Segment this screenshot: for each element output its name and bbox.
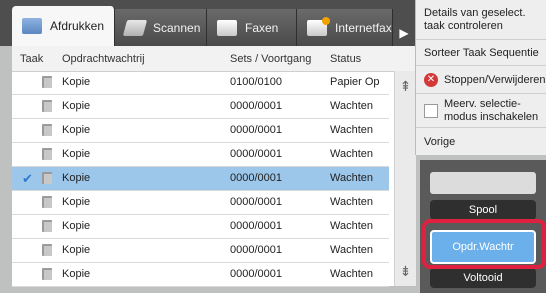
document-icon xyxy=(42,172,52,184)
play-arrow-icon: ▶ xyxy=(399,26,409,40)
document-icon xyxy=(42,244,52,256)
menu-details[interactable]: Details van geselect. taak controleren xyxy=(416,0,546,40)
spool-label: Spool xyxy=(468,204,498,216)
completed-button[interactable]: Voltooid xyxy=(430,268,536,288)
header-queue: Opdrachtwachtrij xyxy=(62,53,145,65)
document-icon xyxy=(42,220,52,232)
header-sets: Sets / Voortgang xyxy=(230,53,312,65)
scrollbar[interactable]: ⇞ ⇟ xyxy=(394,71,416,286)
job-status: Wachten xyxy=(330,124,374,136)
job-name: Kopie xyxy=(62,244,91,256)
printer-icon xyxy=(22,18,42,34)
menu-back[interactable]: Vorige xyxy=(416,128,546,155)
job-name: Kopie xyxy=(62,124,91,136)
document-icon xyxy=(42,196,52,208)
table-row[interactable]: Kopie 0000/0001 Wachten xyxy=(12,263,389,287)
tab-faxen[interactable]: Faxen xyxy=(207,9,297,46)
table-row-selected[interactable]: ✔ Kopie 0000/0001 Wachten xyxy=(12,167,389,191)
job-status: Papier Op xyxy=(330,76,380,88)
job-status: Wachten xyxy=(330,244,374,256)
tab-label: Afdrukken xyxy=(50,19,105,33)
job-sets: 0000/0001 xyxy=(230,244,282,256)
job-status: Wachten xyxy=(330,196,374,208)
menu-stop[interactable]: ✕ Stoppen/Verwijderen xyxy=(416,66,546,94)
table-row[interactable]: Kopie 0000/0001 Wachten xyxy=(12,239,389,263)
job-sets: 0000/0001 xyxy=(230,172,282,184)
scroll-up-icon: ⇞ xyxy=(399,77,412,94)
job-status-screen: Afdrukken Scannen Faxen Internetfax ▶ Ta… xyxy=(0,0,546,293)
tab-bar: Afdrukken Scannen Faxen Internetfax ▶ xyxy=(0,0,415,46)
tab-scannen[interactable]: Scannen xyxy=(115,9,207,46)
menu-sort-label: Sorteer Taak Sequentie xyxy=(424,46,539,59)
job-name: Kopie xyxy=(62,148,91,160)
job-name: Kopie xyxy=(62,268,91,280)
scanner-icon xyxy=(122,19,148,36)
job-status: Wachten xyxy=(330,148,374,160)
job-sets: 0000/0001 xyxy=(230,148,282,160)
menu-stop-label: Stoppen/Verwijderen xyxy=(444,73,546,86)
document-icon xyxy=(42,124,52,136)
job-name: Kopie xyxy=(62,196,91,208)
expand-menu-button[interactable]: ▶ xyxy=(393,22,415,44)
scroll-down-button[interactable]: ⇟ xyxy=(395,256,416,286)
tab-label: Faxen xyxy=(245,20,279,35)
highlight-outline xyxy=(422,219,546,269)
internet-fax-icon xyxy=(307,16,330,36)
document-icon xyxy=(42,76,52,88)
document-icon xyxy=(42,268,52,280)
tab-label: Scannen xyxy=(153,20,201,35)
job-name: Kopie xyxy=(62,76,91,88)
job-status: Wachten xyxy=(330,220,374,232)
job-sets: 0000/0001 xyxy=(230,100,282,112)
table-row[interactable]: Kopie 0000/0001 Wachten xyxy=(12,191,389,215)
checkmark-icon: ✔ xyxy=(22,171,33,186)
job-status: Wachten xyxy=(330,172,374,184)
table-row[interactable]: Kopie 0000/0001 Wachten xyxy=(12,95,389,119)
fax-icon xyxy=(217,19,237,36)
menu-multi-select[interactable]: Meerv. selectie-modus inschakelen xyxy=(416,94,546,128)
job-status: Wachten xyxy=(330,100,374,112)
action-menu: Details van geselect. taak controleren S… xyxy=(415,0,546,155)
panel-slot xyxy=(430,172,536,194)
spool-button[interactable]: Spool xyxy=(430,200,536,220)
job-sets: 0000/0001 xyxy=(230,196,282,208)
scroll-up-button[interactable]: ⇞ xyxy=(395,71,416,101)
menu-details-label: Details van geselect. taak controleren xyxy=(424,6,526,32)
job-name: Kopie xyxy=(62,220,91,232)
job-sets: 0000/0001 xyxy=(230,124,282,136)
table-row[interactable]: Kopie 0000/0001 Wachten xyxy=(12,215,389,239)
checkbox[interactable] xyxy=(424,103,438,118)
job-sets: 0000/0001 xyxy=(230,220,282,232)
menu-multi-label: Meerv. selectie-modus inschakelen xyxy=(444,97,539,123)
table-header: Taak Opdrachtwachtrij Sets / Voortgang S… xyxy=(12,46,415,72)
table-row[interactable]: Kopie 0100/0100 Papier Op xyxy=(12,71,389,95)
job-status: Wachten xyxy=(330,268,374,280)
document-icon xyxy=(42,148,52,160)
job-sets: 0100/0100 xyxy=(230,76,282,88)
scroll-down-icon: ⇟ xyxy=(399,262,412,279)
header-job: Taak xyxy=(20,53,44,65)
tab-label: Internetfax xyxy=(335,20,392,35)
job-table: Taak Opdrachtwachtrij Sets / Voortgang S… xyxy=(12,46,416,287)
job-name: Kopie xyxy=(62,100,91,112)
menu-back-label: Vorige xyxy=(424,135,456,148)
job-sets: 0000/0001 xyxy=(230,268,282,280)
tab-internetfax[interactable]: Internetfax xyxy=(297,9,393,46)
table-row[interactable]: Kopie 0000/0001 Wachten xyxy=(12,119,389,143)
completed-label: Voltooid xyxy=(463,272,503,284)
document-icon xyxy=(42,100,52,112)
header-status: Status xyxy=(330,53,362,65)
job-name: Kopie xyxy=(62,172,91,184)
menu-sort[interactable]: Sorteer Taak Sequentie xyxy=(416,40,546,66)
stop-icon: ✕ xyxy=(424,72,438,87)
tab-afdrukken[interactable]: Afdrukken xyxy=(12,6,115,46)
table-row[interactable]: Kopie 0000/0001 Wachten xyxy=(12,143,389,167)
